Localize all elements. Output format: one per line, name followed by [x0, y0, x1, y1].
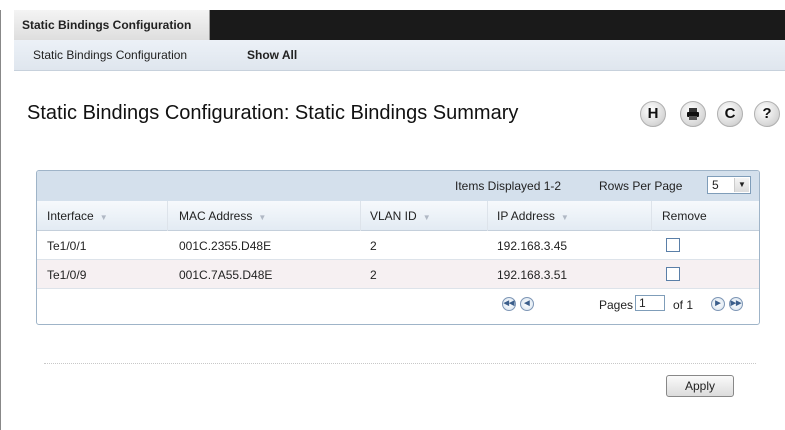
cell-vlan-id: 2 — [370, 268, 377, 282]
table-row: Te1/0/1 001C.2355.D48E 2 192.168.3.45 — [37, 231, 759, 260]
tab-static-bindings-configuration[interactable]: Static Bindings Configuration — [14, 10, 210, 40]
col-vlan-id[interactable]: VLAN ID ▼ — [370, 209, 431, 223]
page-count: of 1 — [673, 298, 694, 312]
print-icon[interactable] — [680, 101, 706, 127]
remove-checkbox[interactable] — [666, 238, 680, 252]
pagination: ◀◀ ◀ Pages 1 of 1 ▶ ▶▶ — [37, 289, 759, 319]
first-page-icon[interactable]: ◀◀ — [502, 297, 516, 311]
left-border — [0, 10, 1, 430]
rows-per-page-label: Rows Per Page — [599, 179, 683, 193]
col-interface[interactable]: Interface ▼ — [47, 209, 108, 223]
rows-per-page-select[interactable]: 5 ▼ — [707, 176, 751, 194]
sub-navigation: Static Bindings Configuration Show All — [14, 40, 785, 71]
refresh-icon[interactable]: C — [717, 101, 743, 127]
sort-icon: ▼ — [258, 213, 267, 222]
rows-per-page-value: 5 — [712, 178, 719, 192]
cell-interface: Te1/0/1 — [47, 239, 87, 253]
table-row: Te1/0/9 001C.7A55.D48E 2 192.168.3.51 — [37, 260, 759, 289]
table-toolbar: Items Displayed 1-2 Rows Per Page 5 ▼ — [37, 171, 759, 201]
col-remove: Remove — [662, 209, 707, 223]
cell-ip-address: 192.168.3.45 — [497, 239, 568, 253]
cell-interface: Te1/0/9 — [47, 268, 87, 282]
cell-mac-address: 001C.7A55.D48E — [179, 268, 273, 282]
save-icon[interactable]: H — [640, 101, 666, 127]
next-page-icon[interactable]: ▶ — [711, 297, 725, 311]
pages-label: Pages — [599, 298, 634, 312]
page-number-input[interactable]: 1 — [635, 295, 665, 311]
cell-ip-address: 192.168.3.51 — [497, 268, 568, 282]
remove-checkbox[interactable] — [666, 267, 680, 281]
sort-icon: ▼ — [560, 213, 569, 222]
static-bindings-table-panel: Items Displayed 1-2 Rows Per Page 5 ▼ In… — [36, 170, 760, 325]
col-mac-address[interactable]: MAC Address ▼ — [179, 209, 266, 223]
col-ip-address[interactable]: IP Address ▼ — [497, 209, 569, 223]
divider — [44, 363, 756, 365]
subnav-static-bindings-configuration[interactable]: Static Bindings Configuration — [33, 40, 187, 70]
items-displayed: Items Displayed 1-2 — [455, 179, 562, 193]
help-icon[interactable]: ? — [754, 101, 780, 127]
top-tab-bar: Static Bindings Configuration — [14, 10, 785, 40]
chevron-down-icon[interactable]: ▼ — [734, 178, 749, 192]
cell-mac-address: 001C.2355.D48E — [179, 239, 272, 253]
page-title: Static Bindings Configuration: Static Bi… — [27, 102, 519, 124]
subnav-show-all[interactable]: Show All — [247, 40, 297, 70]
previous-page-icon[interactable]: ◀ — [520, 297, 534, 311]
cell-vlan-id: 2 — [370, 239, 377, 253]
sort-icon: ▼ — [422, 213, 431, 222]
last-page-icon[interactable]: ▶▶ — [729, 297, 743, 311]
apply-button[interactable]: Apply — [666, 375, 734, 397]
sort-icon: ▼ — [99, 213, 108, 222]
